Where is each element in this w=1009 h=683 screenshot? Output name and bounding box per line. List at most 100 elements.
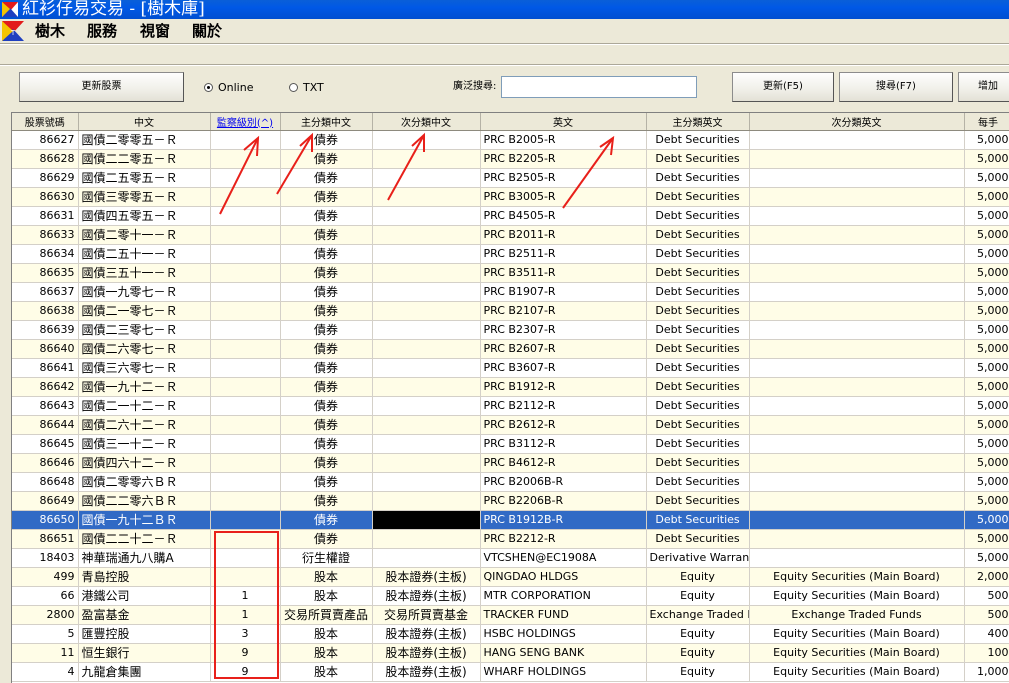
cell-watch-level	[210, 263, 281, 283]
col-header-lot-size[interactable]: 每手	[964, 113, 1009, 131]
table-row[interactable]: 66 港鐵公司 1 股本 股本證券(主板) MTR CORPORATION Equity Eq…	[12, 586, 1009, 606]
cell-sub-category-zh: 股本證券(主板)	[372, 624, 481, 644]
cell-main-category-en: Debt Securities	[646, 244, 750, 264]
refresh-stocks-button[interactable]: 更新股票	[19, 72, 184, 102]
cell-english-name: QINGDAO HLDGS	[480, 567, 647, 587]
table-row[interactable]: 86645 國債三一十二－Ｒ 債券 PRC B3112-R Debt Securitie…	[12, 434, 1009, 454]
table-row[interactable]: 86642 國債一九十二－Ｒ 債券 PRC B1912-R Debt Securitie…	[12, 377, 1009, 397]
cell-sub-category-zh	[372, 168, 481, 188]
cell-code: 11	[12, 643, 79, 663]
table-row[interactable]: 86631 國債四五零五－Ｒ 債券 PRC B4505-R Debt Securitie…	[12, 206, 1009, 226]
table-row[interactable]: 86633 國債二零十一－Ｒ 債券 PRC B2011-R Debt Securitie…	[12, 225, 1009, 245]
table-row[interactable]: 86644 國債二六十二－Ｒ 債券 PRC B2612-R Debt Securitie…	[12, 415, 1009, 435]
table-row[interactable]: 86640 國債二六零七－Ｒ 債券 PRC B2607-R Debt Securitie…	[12, 339, 1009, 359]
cell-sub-category-en	[749, 339, 965, 359]
cell-chinese-name: 國債二零零五－Ｒ	[78, 130, 211, 150]
table-row[interactable]: 86628 國債二二零五－Ｒ 債券 PRC B2205-R Debt Securitie…	[12, 149, 1009, 169]
cell-lot-size: 5,000	[964, 434, 1009, 454]
col-header-sub-category-en[interactable]: 次分類英文	[749, 113, 965, 131]
menu-window[interactable]: 視窗	[140, 20, 170, 42]
table-row[interactable]: 2800 盈富基金 1 交易所買賣產品 交易所買賣基金 TRACKER FUND Excha…	[12, 605, 1009, 625]
cell-main-category-zh: 債券	[280, 282, 373, 302]
cell-chinese-name: 國債二二十二－Ｒ	[78, 529, 211, 549]
cell-sub-category-en	[749, 244, 965, 264]
search-button[interactable]: 搜尋(F7)	[839, 72, 953, 102]
table-row[interactable]: 86649 國債二二零六ＢＲ 債券 PRC B2206B-R Debt Securiti…	[12, 491, 1009, 511]
cell-sub-category-en: Equity Securities (Main Board)	[749, 643, 965, 663]
table-row[interactable]: 86635 國債三五十一－Ｒ 債券 PRC B3511-R Debt Securitie…	[12, 263, 1009, 283]
cell-main-category-zh: 債券	[280, 320, 373, 340]
svg-text:T: T	[10, 29, 16, 37]
cell-english-name: PRC B3511-R	[480, 263, 647, 283]
table-row[interactable]: 86650 國債一九十二ＢＲ 債券 PRC B1912B-R Debt Securiti…	[12, 510, 1009, 530]
cell-watch-level	[210, 453, 281, 473]
cell-sub-category-zh: 交易所買賣基金	[372, 605, 481, 625]
update-button[interactable]: 更新(F5)	[732, 72, 834, 102]
table-row[interactable]: 499 青島控股 股本 股本證券(主板) QINGDAO HLDGS Equity Equi…	[12, 567, 1009, 587]
cell-chinese-name: 國債二五零五－Ｒ	[78, 168, 211, 188]
cell-main-category-en: Exchange Traded Products	[646, 605, 750, 625]
cell-watch-level	[210, 415, 281, 435]
table-row[interactable]: 86637 國債一九零七－Ｒ 債券 PRC B1907-R Debt Securitie…	[12, 282, 1009, 302]
cell-code: 2800	[12, 605, 79, 625]
add-button[interactable]: 增加	[958, 72, 1009, 102]
cell-main-category-zh: 債券	[280, 168, 373, 188]
table-row[interactable]: 86639 國債二三零七－Ｒ 債券 PRC B2307-R Debt Securitie…	[12, 320, 1009, 340]
col-header-code[interactable]: 股票號碼	[12, 113, 79, 131]
stock-grid[interactable]: 股票號碼 中文 監察級別(^) 主分類中文 次分類中文 英文 主分類英文 次分類…	[11, 112, 1009, 683]
table-row[interactable]: 86634 國債二五十一－Ｒ 債券 PRC B2511-R Debt Securitie…	[12, 244, 1009, 264]
divider	[0, 44, 1009, 45]
table-row[interactable]: 18403 神華瑞通九八購A 衍生權證 VTCSHEN@EC1908A Derivati…	[12, 548, 1009, 568]
cell-main-category-zh: 債券	[280, 434, 373, 454]
col-header-chinese[interactable]: 中文	[78, 113, 211, 131]
table-row[interactable]: 5 匯豐控股 3 股本 股本證券(主板) HSBC HOLDINGS Equity Equit…	[12, 624, 1009, 644]
table-row[interactable]: 86629 國債二五零五－Ｒ 債券 PRC B2505-R Debt Securitie…	[12, 168, 1009, 188]
cell-watch-level	[210, 130, 281, 150]
cell-lot-size: 5,000	[964, 263, 1009, 283]
table-row[interactable]: 86648 國債二零零六ＢＲ 債券 PRC B2006B-R Debt Securiti…	[12, 472, 1009, 492]
cell-code: 86648	[12, 472, 79, 492]
menu-services[interactable]: 服務	[87, 20, 117, 42]
radio-unselected-icon	[289, 83, 298, 92]
table-row[interactable]: 86627 國債二零零五－Ｒ 債券 PRC B2005-R Debt Securitie…	[12, 130, 1009, 150]
table-row[interactable]: 86641 國債三六零七－Ｒ 債券 PRC B3607-R Debt Securitie…	[12, 358, 1009, 378]
cell-watch-level: 1	[210, 586, 281, 606]
cell-code: 86638	[12, 301, 79, 321]
cell-english-name: WHARF HOLDINGS	[480, 662, 647, 682]
cell-watch-level	[210, 567, 281, 587]
cell-sub-category-zh	[372, 263, 481, 283]
cell-english-name: PRC B1912B-R	[480, 510, 647, 530]
col-header-english[interactable]: 英文	[480, 113, 647, 131]
cell-main-category-zh: 債券	[280, 358, 373, 378]
cell-code: 18403	[12, 548, 79, 568]
col-header-main-category-en[interactable]: 主分類英文	[646, 113, 750, 131]
cell-sub-category-zh	[372, 548, 481, 568]
table-row[interactable]: 86643 國債二一十二－Ｒ 債券 PRC B2112-R Debt Securitie…	[12, 396, 1009, 416]
app-menu-icon[interactable]: T	[2, 21, 24, 41]
cell-english-name: PRC B2511-R	[480, 244, 647, 264]
cell-lot-size: 5,000	[964, 491, 1009, 511]
cell-english-name: PRC B3005-R	[480, 187, 647, 207]
online-radio[interactable]: Online	[204, 82, 253, 94]
txt-radio[interactable]: TXT	[289, 82, 324, 94]
menu-about[interactable]: 關於	[192, 20, 222, 42]
table-row[interactable]: 86651 國債二二十二－Ｒ 債券 PRC B2212-R Debt Securitie…	[12, 529, 1009, 549]
cell-english-name: PRC B1912-R	[480, 377, 647, 397]
cell-lot-size: 500	[964, 586, 1009, 606]
cell-code: 86646	[12, 453, 79, 473]
table-row[interactable]: 4 九龍倉集團 9 股本 股本證券(主板) WHARF HOLDINGS Equity Equ…	[12, 662, 1009, 682]
table-row[interactable]: 11 恒生銀行 9 股本 股本證券(主板) HANG SENG BANK Equity Equ…	[12, 643, 1009, 663]
table-row[interactable]: 86630 國債三零零五－Ｒ 債券 PRC B3005-R Debt Securitie…	[12, 187, 1009, 207]
search-input[interactable]	[501, 76, 697, 98]
col-header-sub-category-zh[interactable]: 次分類中文	[372, 113, 481, 131]
col-header-watch-level[interactable]: 監察級別(^)	[210, 113, 281, 131]
cell-lot-size: 5,000	[964, 358, 1009, 378]
cell-main-category-zh: 股本	[280, 662, 373, 682]
col-header-main-category-zh[interactable]: 主分類中文	[280, 113, 373, 131]
cell-english-name: PRC B3607-R	[480, 358, 647, 378]
cell-english-name: PRC B2011-R	[480, 225, 647, 245]
table-row[interactable]: 86646 國債四六十二－Ｒ 債券 PRC B4612-R Debt Securitie…	[12, 453, 1009, 473]
cell-sub-category-en: Exchange Traded Funds	[749, 605, 965, 625]
table-row[interactable]: 86638 國債二一零七－Ｒ 債券 PRC B2107-R Debt Securitie…	[12, 301, 1009, 321]
menu-trees[interactable]: 樹木	[35, 20, 65, 42]
